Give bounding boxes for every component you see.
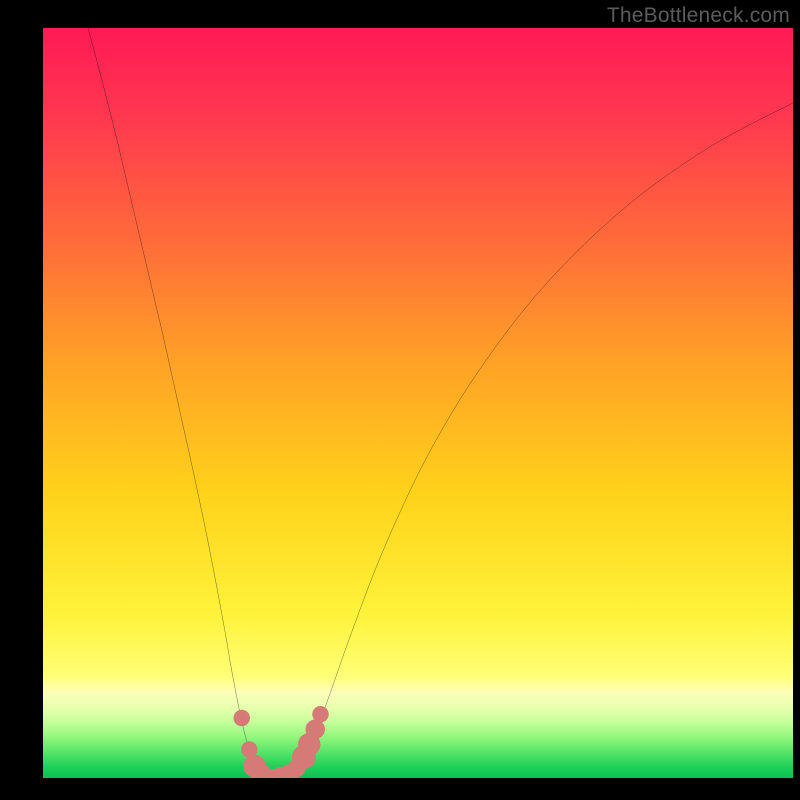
attribution-text: TheBottleneck.com xyxy=(607,4,790,28)
curve-marker xyxy=(312,706,329,723)
chart-frame: TheBottleneck.com xyxy=(0,0,800,800)
bottleneck-curve xyxy=(43,28,793,778)
curve-marker xyxy=(306,720,326,739)
plot-area xyxy=(43,28,793,778)
curve-marker xyxy=(234,710,251,727)
